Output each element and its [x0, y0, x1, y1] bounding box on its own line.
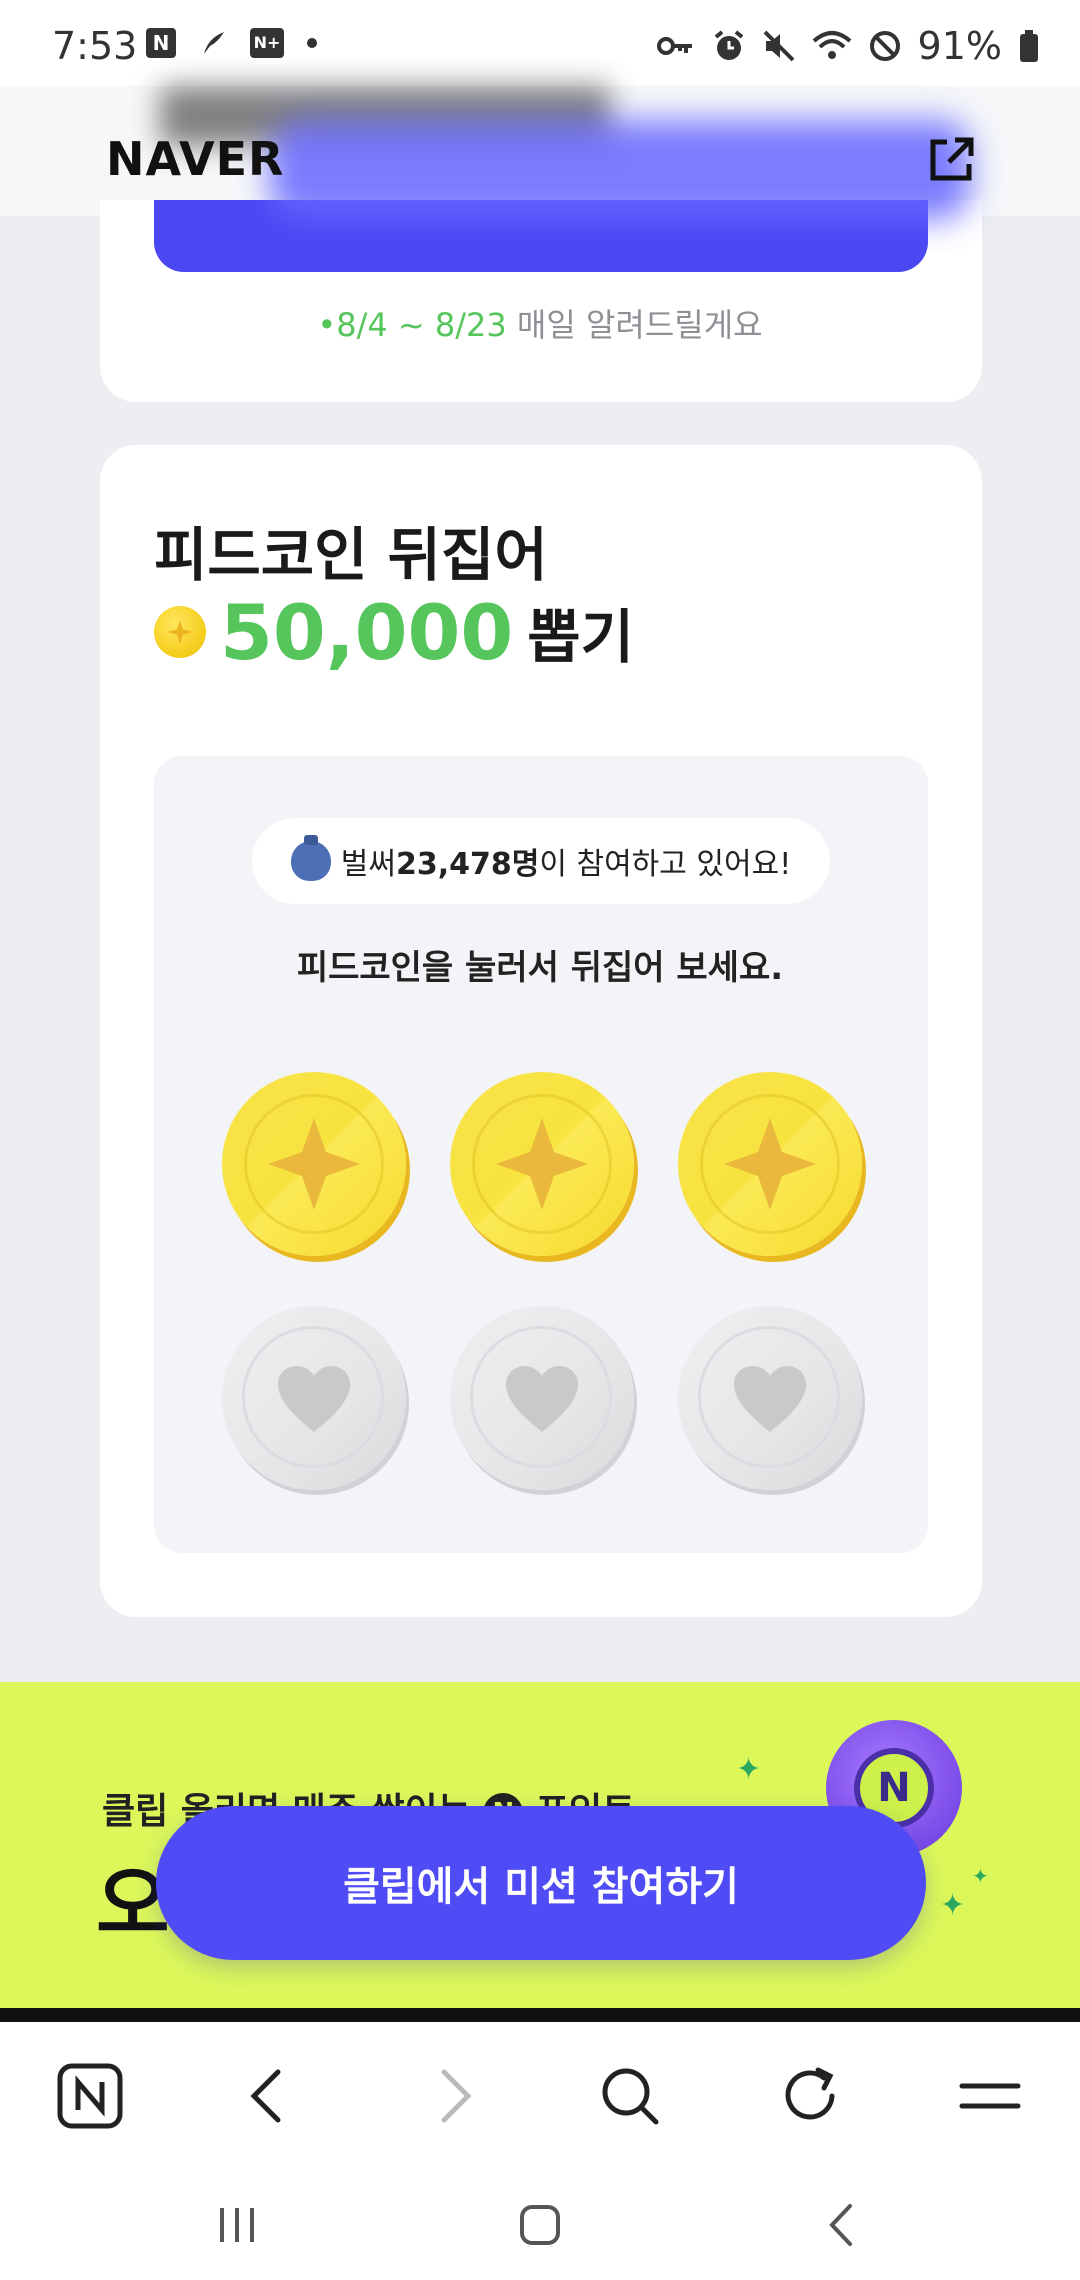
participants-suffix: 이 참여하고 있어요! — [539, 847, 792, 882]
silver-coin-1[interactable] — [222, 1306, 406, 1490]
status-time: 7:53 — [52, 24, 138, 68]
menu-icon[interactable] — [952, 2058, 1028, 2134]
naver-icon: N — [146, 28, 176, 58]
sparkle-icon: ✦ — [972, 1864, 989, 1888]
search-icon[interactable] — [592, 2058, 668, 2134]
coin-game-title: 피드코인 뒤집어 — [154, 521, 548, 589]
battery-percent: 91% — [917, 24, 1002, 68]
external-link-icon[interactable] — [925, 134, 977, 186]
money-bag-icon — [290, 835, 331, 881]
coin-icon — [154, 606, 206, 658]
wifi-icon — [812, 31, 851, 59]
key-icon — [656, 37, 692, 55]
naver-home-icon[interactable] — [52, 2058, 128, 2134]
silver-coin-2[interactable] — [450, 1306, 634, 1490]
heart-icon — [734, 1366, 806, 1432]
sparkle-icon: ✦ — [736, 1752, 762, 1787]
feather-icon — [204, 32, 224, 54]
naver-plus-icon: N+ — [250, 28, 284, 58]
recents-icon[interactable] — [202, 2190, 272, 2260]
participants-prefix: 벌써 — [340, 847, 396, 882]
gold-coin-3[interactable] — [678, 1072, 862, 1256]
event-date-range: •8/4 ~ 8/23 — [317, 306, 507, 344]
naver-logo[interactable]: NAVER — [106, 132, 284, 186]
event-date-text: 매일 알려드릴게요 — [506, 306, 763, 344]
alarm-icon — [714, 30, 743, 60]
gold-coin-2[interactable] — [450, 1072, 634, 1256]
browser-toolbar — [0, 2022, 1080, 2172]
status-bar: 7:53 N N+ 91% — [0, 0, 1080, 86]
participants-count: 23,478명 — [395, 847, 540, 882]
join-mission-button[interactable]: 클립에서 미션 참여하기 — [156, 1806, 926, 1960]
home-icon[interactable] — [505, 2190, 575, 2260]
forward-icon[interactable] — [414, 2058, 490, 2134]
coin-game-prize: 50,000 뽑기 — [154, 587, 635, 677]
system-back-icon[interactable] — [808, 2190, 878, 2260]
refresh-icon[interactable] — [772, 2058, 848, 2134]
dot-icon — [307, 38, 317, 48]
status-left-icons: N N+ — [146, 28, 318, 58]
divider — [0, 2008, 1080, 2022]
heart-icon — [278, 1366, 350, 1432]
prize-amount: 50,000 — [220, 587, 514, 677]
prize-suffix: 뽑기 — [527, 603, 635, 671]
gold-coin-1[interactable] — [222, 1072, 406, 1256]
status-right: 91% — [656, 24, 1040, 68]
blurred-button-overlay — [270, 120, 970, 220]
coin-instruction: 피드코인을 눌러서 뒤집어 보세요. — [296, 948, 784, 988]
sparkle-icon: ✦ — [940, 1888, 966, 1923]
participants-pill: 벌써 23,478명 이 참여하고 있어요! — [252, 818, 830, 904]
dnd-icon — [869, 31, 900, 61]
event-dates: •8/4 ~ 8/23 매일 알려드릴게요 — [0, 300, 1080, 346]
back-icon[interactable] — [232, 2058, 308, 2134]
silver-coin-3[interactable] — [678, 1306, 862, 1490]
mute-icon — [763, 30, 794, 62]
heart-icon — [506, 1366, 578, 1432]
battery-icon — [1020, 30, 1038, 62]
